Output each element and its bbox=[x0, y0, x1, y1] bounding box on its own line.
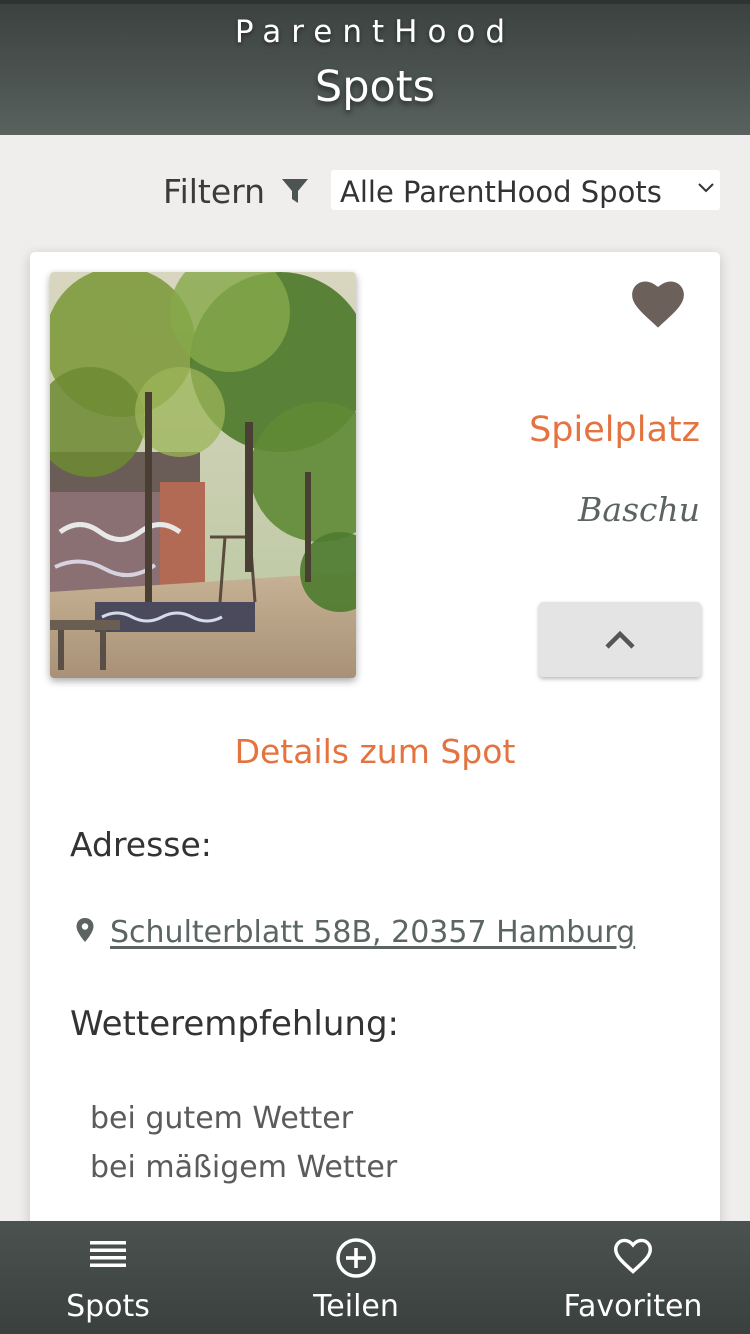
address-label: Adresse: bbox=[70, 825, 212, 864]
list-item: bei mäßigem Wetter bbox=[90, 1150, 398, 1185]
app-header: ParentHood Spots bbox=[0, 4, 750, 135]
chevron-up-icon bbox=[605, 630, 635, 649]
app-brand: ParentHood bbox=[234, 14, 516, 50]
bottom-nav: Spots Teilen Favoriten bbox=[0, 1221, 750, 1334]
spot-card: Spielplatz Baschu Details zum Spot Adres… bbox=[30, 252, 720, 1252]
nav-item-spots[interactable]: Spots bbox=[8, 1221, 208, 1334]
heart-outline-icon bbox=[613, 1238, 653, 1274]
nav-label-favoriten: Favoriten bbox=[563, 1289, 703, 1324]
nav-label-teilen: Teilen bbox=[313, 1289, 399, 1324]
list-icon bbox=[90, 1241, 126, 1267]
weather-list: bei gutem Wetter bei mäßigem Wetter bbox=[90, 1094, 397, 1192]
filter-icon[interactable] bbox=[281, 177, 309, 205]
nav-item-teilen[interactable]: Teilen bbox=[256, 1221, 456, 1334]
address-link[interactable]: Schulterblatt 58B, 20357 Hamburg bbox=[110, 915, 635, 950]
filter-select-value: Alle ParentHood Spots bbox=[340, 175, 662, 209]
spot-category: Spielplatz bbox=[529, 410, 700, 450]
chevron-down-icon bbox=[698, 183, 714, 193]
details-title: Details zum Spot bbox=[234, 732, 516, 771]
page-title: Spots bbox=[314, 62, 436, 112]
weather-label: Wetterempfehlung: bbox=[70, 1004, 399, 1044]
favorite-heart-icon[interactable] bbox=[631, 279, 685, 329]
filter-row: Filtern Alle ParentHood Spots bbox=[0, 170, 750, 216]
list-item: bei gutem Wetter bbox=[90, 1101, 354, 1136]
filter-select[interactable]: Alle ParentHood Spots bbox=[331, 170, 720, 210]
spot-photo bbox=[50, 272, 356, 678]
add-circle-icon bbox=[336, 1238, 376, 1278]
filter-label: Filtern bbox=[163, 172, 266, 211]
collapse-button[interactable] bbox=[539, 602, 701, 677]
location-pin-icon bbox=[76, 918, 94, 942]
nav-item-favoriten[interactable]: Favoriten bbox=[533, 1221, 733, 1334]
nav-label-spots: Spots bbox=[66, 1289, 150, 1324]
spot-name: Baschu bbox=[578, 490, 700, 529]
